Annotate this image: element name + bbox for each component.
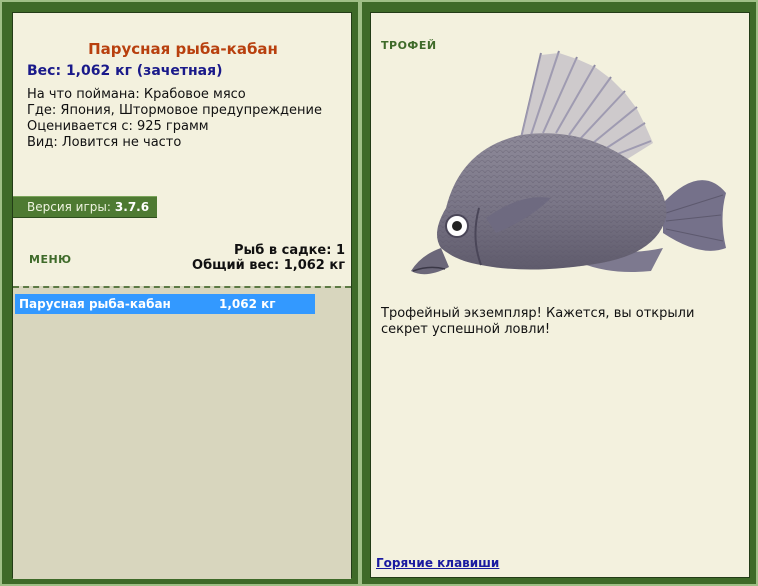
- keepnet-list: Парусная рыба-кабан 1,062 кг: [13, 286, 351, 579]
- menu-button[interactable]: МЕНЮ: [29, 253, 72, 266]
- keepnet-stats: Рыб в садке: 1 Общий вес: 1,062 кг: [192, 243, 345, 273]
- fish-count: Рыб в садке: 1: [233, 243, 345, 258]
- keepnet-row[interactable]: Парусная рыба-кабан 1,062 кг: [15, 294, 315, 314]
- trophy-message: Трофейный экземпляр! Кажется, вы открыли…: [381, 306, 695, 337]
- keepnet-fish-weight: 1,062 кг: [219, 297, 276, 311]
- boarfish-image: [411, 50, 726, 275]
- hotkeys-link[interactable]: Горячие клавиши: [376, 556, 499, 570]
- left-panel-frame: Парусная рыба-кабан Вес: 1,062 кг (зачет…: [0, 0, 360, 586]
- version-label: Версия игры:: [27, 200, 111, 214]
- total-weight: Общий вес: 1,062 кг: [192, 258, 345, 273]
- fish-location: Где: Япония, Штормовое предупреждение: [27, 103, 322, 118]
- keepnet-fish-name: Парусная рыба-кабан: [19, 297, 171, 311]
- fish-weight: Вес: 1,062 кг (зачетная): [27, 63, 223, 79]
- fish-title: Парусная рыба-кабан: [88, 40, 278, 58]
- fish-info-panel: Парусная рыба-кабан Вес: 1,062 кг (зачет…: [12, 12, 352, 579]
- right-panel-frame: ТРОФЕЙ Трофейный экземпляр! Кажется, вы …: [360, 0, 758, 586]
- version-value: 3.7.6: [114, 200, 150, 214]
- fish-bait: На что поймана: Крабовое мясо: [27, 87, 246, 102]
- version-bar: Версия игры: 3.7.6: [13, 196, 157, 218]
- fish-species-note: Вид: Ловится не часто: [27, 135, 182, 150]
- fish-rated-from: Оценивается с: 925 грамм: [27, 119, 209, 134]
- trophy-panel: ТРОФЕЙ Трофейный экземпляр! Кажется, вы …: [370, 12, 750, 578]
